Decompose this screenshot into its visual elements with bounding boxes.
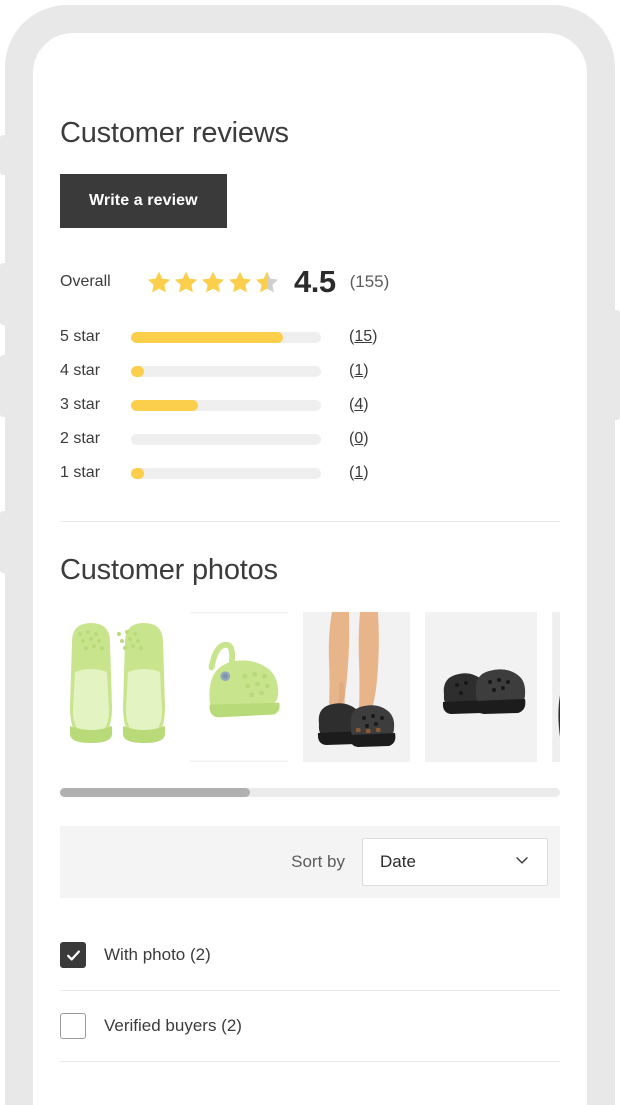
phone-screen: Customer reviews Write a review Overall xyxy=(33,33,587,1105)
rating-bar-label: 2 star xyxy=(60,430,101,447)
rating-bar-count-link[interactable]: (4) xyxy=(349,396,369,414)
sort-by-select[interactable]: Date xyxy=(362,838,548,886)
overall-star-rating xyxy=(146,269,280,295)
customer-photo-black-clog-closeup[interactable] xyxy=(552,612,560,762)
rating-bar-track[interactable] xyxy=(131,399,321,411)
customer-photo-black-clogs-pair[interactable] xyxy=(425,612,537,762)
rating-bar-count-value: 4 xyxy=(354,396,364,413)
sort-by-value: Date xyxy=(380,852,416,871)
rating-bar-fill xyxy=(131,399,198,411)
star-icon-4 xyxy=(227,269,253,295)
page-title: Customer reviews xyxy=(60,117,289,149)
phone-extra-button xyxy=(0,511,6,573)
rating-bar-count-link[interactable]: (15) xyxy=(349,328,377,346)
rating-bar-count-link[interactable]: (1) xyxy=(349,464,369,482)
customer-photos-title: Customer photos xyxy=(60,554,278,586)
customer-photos-strip[interactable] xyxy=(60,612,560,762)
rating-bar-count-value: 1 xyxy=(354,464,364,481)
filter-divider-bottom xyxy=(60,1061,560,1062)
rating-bar-count-value: 15 xyxy=(354,328,373,345)
rating-breakdown: 5 star (15) 4 star (1) 3 star (4) 2 star (0) 1 s… xyxy=(60,320,560,490)
write-review-button[interactable]: Write a review xyxy=(60,174,227,228)
filter-label: Verified buyers (2) xyxy=(104,1016,242,1035)
phone-power-button xyxy=(614,310,620,420)
star-icon-5-half xyxy=(254,269,280,295)
rating-bar-count-link[interactable]: (0) xyxy=(349,430,369,448)
rating-bar-label: 3 star xyxy=(60,396,101,413)
filter-row-with-photo[interactable]: With photo (2) xyxy=(60,920,560,990)
overall-score: 4.5 xyxy=(294,264,336,299)
photos-scrollbar-track[interactable] xyxy=(60,788,560,797)
phone-frame: Customer reviews Write a review Overall xyxy=(0,5,620,1105)
checkbox-unchecked-icon[interactable] xyxy=(60,1013,86,1039)
rating-bar-count-link[interactable]: (1) xyxy=(349,362,369,380)
checkbox-checked-icon[interactable] xyxy=(60,942,86,968)
rating-bar-label: 5 star xyxy=(60,328,101,345)
star-icon-1 xyxy=(146,269,172,295)
customer-photo-green-clogs-top-view[interactable] xyxy=(60,612,175,762)
sort-by-label: Sort by xyxy=(291,852,345,871)
rating-bar-track[interactable] xyxy=(131,365,321,377)
rating-bar-row-15[interactable]: 5 star (15) xyxy=(60,320,560,354)
review-filters: With photo (2) Verified buyers (2) xyxy=(60,920,560,1062)
rating-bar-track[interactable] xyxy=(131,467,321,479)
star-icon-3 xyxy=(200,269,226,295)
star-icon-2 xyxy=(173,269,199,295)
rating-bar-row-4[interactable]: 3 star (4) xyxy=(60,388,560,422)
overall-label: Overall xyxy=(60,273,111,290)
rating-bar-count-value: 1 xyxy=(354,362,364,379)
review-page-content: Customer reviews Write a review Overall xyxy=(33,33,587,1105)
customer-photo-green-clog-side-view[interactable] xyxy=(190,612,288,762)
rating-bar-fill xyxy=(131,331,283,343)
overall-rating-row: Overall 4.5 (155) xyxy=(60,264,560,300)
chevron-down-icon xyxy=(512,850,532,875)
customer-photo-black-clogs-worn-on-feet[interactable] xyxy=(303,612,410,762)
rating-bar-fill xyxy=(131,365,145,377)
rating-bar-label: 1 star xyxy=(60,464,101,481)
filter-label: With photo (2) xyxy=(104,945,211,964)
rating-bar-fill xyxy=(131,467,145,479)
photos-scrollbar-thumb[interactable] xyxy=(60,788,250,797)
rating-bar-count-value: 0 xyxy=(354,430,364,447)
filter-row-verified-buyers[interactable]: Verified buyers (2) xyxy=(60,991,560,1061)
rating-bar-row-1[interactable]: 4 star (1) xyxy=(60,354,560,388)
overall-review-count: (155) xyxy=(349,272,390,291)
rating-bar-row-1[interactable]: 1 star (1) xyxy=(60,456,560,490)
phone-volume-up-button xyxy=(0,263,6,325)
rating-bar-row-0[interactable]: 2 star (0) xyxy=(60,422,560,456)
phone-volume-down-button xyxy=(0,355,6,417)
phone-silent-switch xyxy=(0,135,6,175)
rating-bar-track[interactable] xyxy=(131,331,321,343)
rating-bar-label: 4 star xyxy=(60,362,101,379)
sort-bar: Sort by Date xyxy=(60,826,560,898)
rating-bar-track[interactable] xyxy=(131,433,321,445)
section-divider xyxy=(60,521,560,522)
